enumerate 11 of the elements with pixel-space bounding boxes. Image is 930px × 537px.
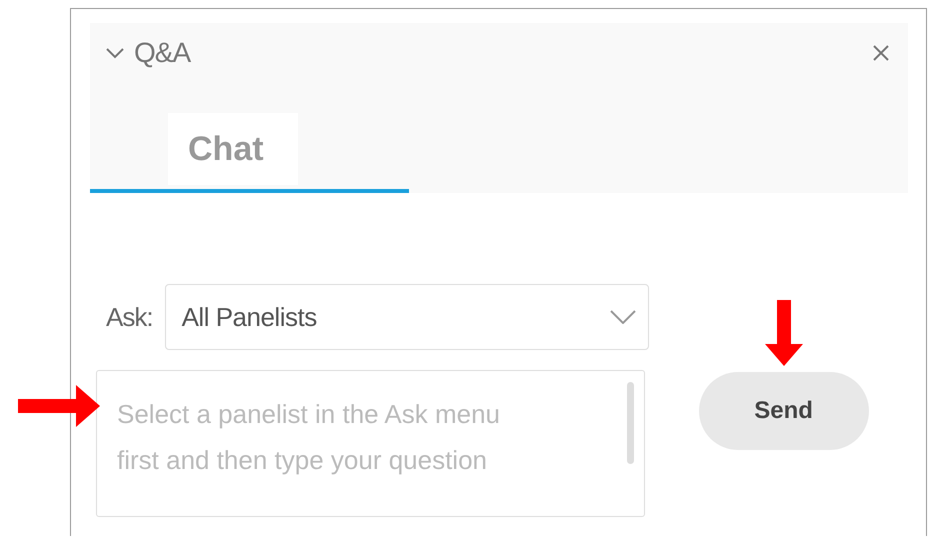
ask-label: Ask:	[106, 302, 153, 332]
right-arrow-icon	[18, 385, 100, 427]
question-field[interactable]: Select a panelist in the Ask menu first and then type your question	[96, 370, 645, 517]
send-button[interactable]: Send	[698, 372, 869, 450]
chevron-down-icon[interactable]	[106, 47, 124, 59]
close-icon[interactable]	[872, 44, 890, 62]
scrollbar-thumb[interactable]	[627, 382, 634, 464]
panel-title: Q&A	[134, 37, 190, 69]
ask-dropdown[interactable]: All Panelists	[164, 284, 649, 350]
down-arrow-icon	[765, 300, 803, 366]
caret-icon	[610, 310, 636, 324]
